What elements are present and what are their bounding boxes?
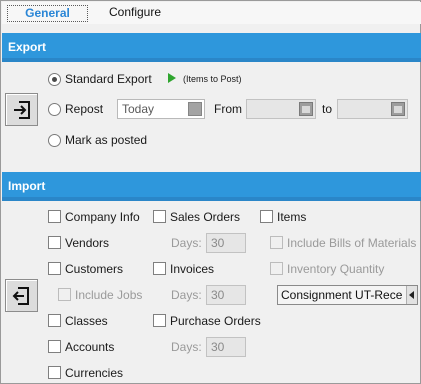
purchase-orders-days-label: Days: xyxy=(171,340,202,354)
purchase-orders-checkbox[interactable] xyxy=(153,314,166,327)
export-arrow-icon xyxy=(14,101,30,119)
tab-bar: General Configure xyxy=(2,2,421,24)
from-date-field[interactable] xyxy=(246,99,316,119)
invoices-label: Invoices xyxy=(170,262,215,276)
export-button[interactable] xyxy=(5,93,38,126)
items-to-post-label: (Items to Post) xyxy=(183,74,242,84)
play-icon[interactable] xyxy=(167,72,177,84)
invoices-checkbox[interactable] xyxy=(153,262,166,275)
to-calendar-icon[interactable] xyxy=(391,102,405,116)
items-checkbox[interactable] xyxy=(260,210,273,223)
company-info-label: Company Info xyxy=(65,210,140,224)
mark-as-posted-radio[interactable] xyxy=(48,134,61,147)
standard-export-label: Standard Export xyxy=(65,72,152,86)
sales-orders-days-label: Days: xyxy=(171,236,202,250)
import-header-shade xyxy=(2,197,421,201)
include-jobs-checkbox[interactable] xyxy=(58,288,71,301)
export-header-shade xyxy=(2,58,421,62)
export-header: Export xyxy=(2,33,421,62)
export-header-label: Export xyxy=(8,40,47,54)
customers-checkbox[interactable] xyxy=(48,262,61,275)
from-calendar-icon[interactable] xyxy=(299,102,313,116)
vendors-checkbox[interactable] xyxy=(48,236,61,249)
consignment-select[interactable]: Consignment UT-Rece xyxy=(277,285,418,305)
customers-label: Customers xyxy=(65,262,124,276)
repost-label: Repost xyxy=(65,102,104,116)
consignment-value: Consignment UT-Rece xyxy=(281,288,403,302)
inventory-quantity-checkbox[interactable] xyxy=(270,262,283,275)
import-header: Import xyxy=(2,172,421,201)
currencies-label: Currencies xyxy=(65,366,124,380)
sales-orders-checkbox[interactable] xyxy=(153,210,166,223)
repost-radio[interactable] xyxy=(48,103,61,116)
currencies-checkbox[interactable] xyxy=(48,366,61,379)
purchase-orders-days-input[interactable]: 30 xyxy=(206,337,246,357)
import-arrow-icon xyxy=(12,287,29,305)
repost-date-select[interactable]: Today xyxy=(117,99,205,119)
standard-export-radio[interactable] xyxy=(48,73,61,86)
import-header-label: Import xyxy=(8,179,46,193)
classes-label: Classes xyxy=(65,314,108,328)
repost-dropdown-icon[interactable] xyxy=(188,102,202,116)
scroll-left-icon[interactable] xyxy=(406,286,417,304)
invoices-days-input[interactable]: 30 xyxy=(206,285,246,305)
sales-orders-days-input[interactable]: 30 xyxy=(206,233,246,253)
include-bills-checkbox[interactable] xyxy=(270,236,283,249)
company-info-checkbox[interactable] xyxy=(48,210,61,223)
to-date-field[interactable] xyxy=(337,99,408,119)
include-bills-label: Include Bills of Materials xyxy=(287,236,417,250)
tab-configure[interactable]: Configure xyxy=(102,5,168,22)
accounts-checkbox[interactable] xyxy=(48,340,61,353)
from-label: From xyxy=(214,102,242,116)
import-button[interactable] xyxy=(5,279,38,312)
purchase-orders-label: Purchase Orders xyxy=(170,314,261,328)
tab-general[interactable]: General xyxy=(7,5,88,22)
vendors-label: Vendors xyxy=(65,236,110,250)
include-jobs-label: Include Jobs xyxy=(75,288,143,302)
repost-date-value: Today xyxy=(122,102,155,116)
classes-checkbox[interactable] xyxy=(48,314,61,327)
sales-orders-label: Sales Orders xyxy=(170,210,241,224)
inventory-quantity-label: Inventory Quantity xyxy=(287,262,385,276)
accounts-label: Accounts xyxy=(65,340,115,354)
to-label: to xyxy=(322,102,333,116)
mark-as-posted-label: Mark as posted xyxy=(65,133,148,147)
invoices-days-label: Days: xyxy=(171,288,202,302)
window-frame: General Configure Export Standard Export… xyxy=(0,0,421,384)
items-label: Items xyxy=(277,210,307,224)
